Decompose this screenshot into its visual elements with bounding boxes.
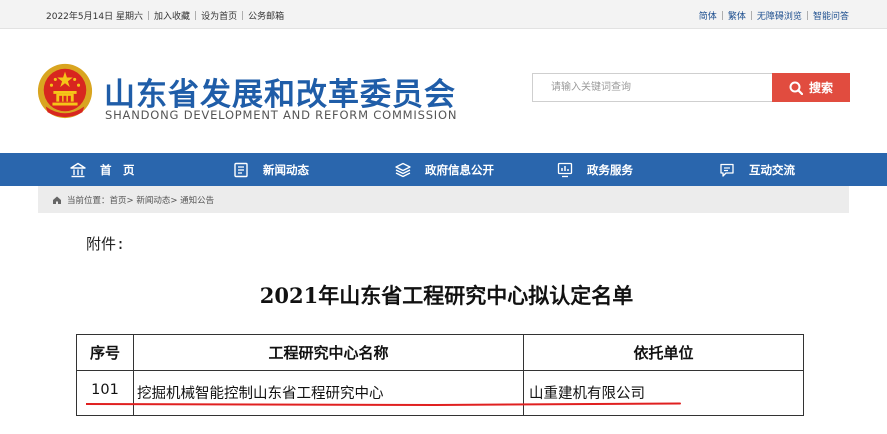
document-title: 2021年山东省工程研究中心拟认定名单 [259,283,634,308]
nav-item-interaction[interactable]: 互动交流 [719,153,795,186]
table-cell-center-name: 挖掘机械智能控制山东省工程研究中心 [133,370,524,416]
smart-qa-link[interactable]: 智能问答 [813,9,849,22]
public-email-link[interactable]: 公务邮箱 [248,9,284,22]
top-utility-bar: 2022年5月14日 星期六 | 加入收藏 | 设为首页 | 公务邮箱 简体 |… [0,0,887,29]
divider: | [749,10,753,21]
layers-icon [395,162,411,177]
search-button[interactable]: 搜索 [772,73,850,102]
national-emblem-icon[interactable] [36,62,94,120]
nav-label-gov-services: 政务服务 [587,162,633,177]
column-header: 序号 [76,334,134,371]
search-button-label: 搜索 [808,81,833,95]
breadcrumb-text[interactable]: 当前位置：首页> 新闻动态> 通知公告 [67,194,214,206]
set-homepage-link[interactable]: 设为首页 [201,9,237,22]
simplified-chinese-link[interactable]: 简体 [699,9,717,22]
topbar-right: 简体 | 繁体 | 无障碍浏览 | 智能问答 [699,9,849,23]
news-icon [234,162,248,177]
nav-item-news[interactable]: 新闻动态 [233,153,309,186]
chart-icon [557,162,573,177]
divider: | [805,10,809,21]
divider: | [194,10,198,21]
nav-label-news: 新闻动态 [263,162,309,177]
nav-item-gov-services[interactable]: 政务服务 [557,153,633,186]
table-row: 101 挖掘机械智能控制山东省工程研究中心 山重建机有限公司 [76,370,804,416]
site-subtitle: SHANDONG DEVELOPMENT AND REFORM COMMISSI… [105,108,458,122]
red-annotation-underline [86,402,681,407]
nav-item-home[interactable]: 首 页 [70,153,135,186]
table-cell-unit: 山重建机有限公司 [523,370,804,416]
home-icon [70,162,86,177]
divider: | [720,10,724,21]
topbar-left: 2022年5月14日 星期六 | 加入收藏 | 设为首页 | 公务邮箱 [46,9,284,23]
chat-icon [720,163,734,177]
table-header-row: 序号 工程研究中心名称 依托单位 [76,334,804,371]
nav-label-interaction: 互动交流 [749,162,795,177]
breadcrumb: 当前位置：首页> 新闻动态> 通知公告 [38,186,849,213]
main-navigation: 首 页 新闻动态 政府信息公开 政务服务 互动交流 [0,153,887,186]
table-cell-number: 101 [76,370,134,416]
nav-label-gov-info: 政府信息公开 [425,162,494,177]
date-text: 2022年5月14日 星期六 [46,12,143,22]
search-input[interactable] [532,73,772,102]
divider: | [241,10,245,21]
accessibility-link[interactable]: 无障碍浏览 [757,9,802,22]
home-icon [53,196,61,204]
nav-label-home: 首 页 [100,162,135,177]
attachment-label: 附件: [86,235,126,253]
column-header: 依托单位 [523,334,804,371]
nav-item-gov-info[interactable]: 政府信息公开 [395,153,494,186]
column-header: 工程研究中心名称 [133,334,524,371]
site-header: 山东省发展和改革委员会 SHANDONG DEVELOPMENT AND REF… [0,29,887,153]
search-icon [789,81,803,95]
add-favorite-link[interactable]: 加入收藏 [154,9,190,22]
traditional-chinese-link[interactable]: 繁体 [728,9,746,22]
divider: | [146,10,150,21]
